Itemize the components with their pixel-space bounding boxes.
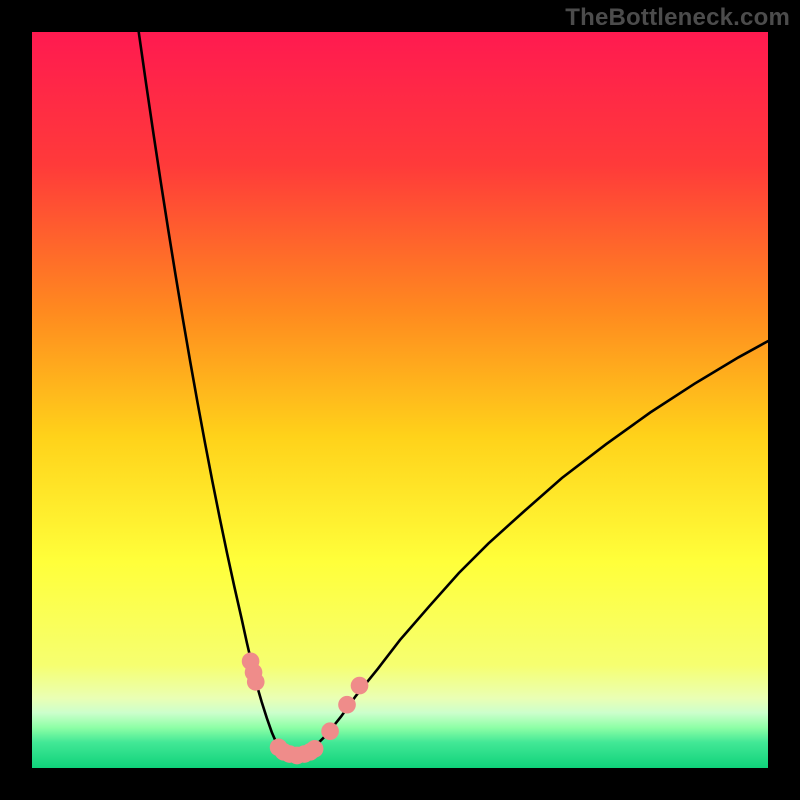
trough-marker	[338, 696, 356, 714]
trough-marker	[247, 673, 265, 691]
plot-background	[32, 32, 768, 768]
chart-frame: TheBottleneck.com	[0, 0, 800, 800]
trough-marker	[351, 677, 369, 695]
trough-marker	[306, 740, 324, 758]
bottleneck-chart	[0, 0, 800, 800]
trough-marker	[321, 722, 339, 740]
